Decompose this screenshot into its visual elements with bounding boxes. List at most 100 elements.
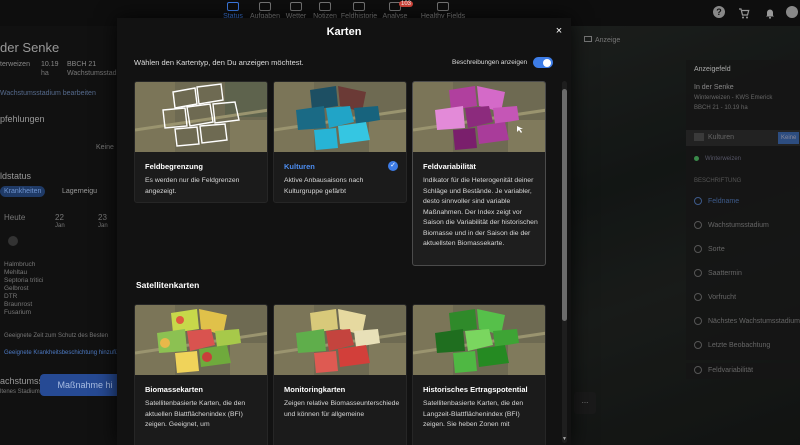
card-description: Es werden nur die Feldgrenzen angezeigt.: [145, 177, 240, 195]
map-card-field-variability[interactable]: Feldvariabilität Indikator für die Heter…: [412, 81, 546, 266]
map-card-crops[interactable]: Kulturen ✓ Aktive Anbausaisons nach Kult…: [273, 81, 407, 203]
scrollbar[interactable]: [562, 81, 567, 443]
descriptions-toggle[interactable]: [533, 57, 553, 68]
area-value: 10.19: [41, 61, 59, 68]
display-button[interactable]: Anzeige: [584, 36, 620, 44]
biomass-thumbnail: [135, 305, 267, 375]
bbch-value: BBCH 21: [67, 61, 97, 68]
scrollbar-thumb[interactable]: [562, 89, 567, 321]
field-name: In der Senke: [694, 84, 734, 91]
legend-dot: [694, 156, 699, 161]
field-meta: Winterweizen - KWS Emerick: [694, 95, 773, 101]
label-option[interactable]: Feldvariabilität: [686, 363, 800, 379]
disease-item: Braunrost: [4, 301, 33, 308]
field-meta-2: BBCH 21 - 10.19 ha: [694, 105, 748, 111]
none-button[interactable]: Keine: [778, 132, 800, 144]
crop-icon: [694, 133, 704, 142]
option-label: Feldvariabilität: [708, 367, 754, 374]
label-option[interactable]: Nächstes Wachstumsstadium: [694, 317, 800, 325]
radio-icon: [694, 221, 702, 229]
none-label: Keine: [96, 144, 114, 151]
option-label: Sorte: [708, 245, 725, 253]
map-card-field-boundary[interactable]: Feldbegrenzung Es werden nur die Feldgre…: [134, 81, 268, 203]
monitoring-thumbnail: [274, 305, 406, 375]
disease-item: Halmbruch: [4, 261, 36, 268]
panel-header: Anzeigefeld: [694, 66, 731, 73]
radio-icon: [694, 317, 702, 325]
disease-item: Septoria tritici: [4, 277, 44, 284]
card-title: Feldbegrenzung: [145, 162, 203, 171]
map-card-biomass[interactable]: Biomassekarten Satellitenbasierte Karten…: [134, 304, 268, 445]
tab-lodging[interactable]: Lagerneigu: [62, 188, 97, 195]
card-title: Feldvariabilität: [423, 162, 476, 171]
modal-title: Karten: [326, 26, 362, 38]
layer-row[interactable]: Kulturen Keine: [686, 130, 800, 146]
notification-badge: 103: [399, 1, 414, 7]
radio-icon: [694, 245, 702, 253]
card-description: Satellitenbasierte Karten, die den Langz…: [423, 400, 524, 428]
label-option[interactable]: Letzte Beobachtung: [694, 341, 770, 349]
label-option[interactable]: Vorfrucht: [694, 293, 736, 301]
growth-stage-sub: ltenes Stadium: [0, 389, 40, 395]
card-title: Historisches Ertragspotential: [423, 385, 528, 394]
field-title: der Senke: [0, 40, 60, 55]
scroll-down-arrow[interactable]: ▼: [561, 436, 568, 442]
day-month: Jan: [98, 223, 108, 229]
instruction-text: Wählen den Kartentyp, den Du anzeigen mö…: [134, 58, 304, 67]
status-icon: [227, 2, 239, 11]
edit-stage-tag[interactable]: Wachstumsstadium bearbeiten: [0, 90, 96, 97]
historical-yield-thumbnail: [413, 305, 545, 375]
disease-item: Gelbrost: [4, 285, 29, 292]
recommendations-heading: pfehlungen: [0, 114, 45, 124]
option-label: Letzte Beobachtung: [708, 341, 771, 349]
display-label: Anzeige: [595, 37, 621, 44]
legend-item: Winterweizen: [694, 156, 741, 162]
map-more-button[interactable]: ...: [574, 392, 596, 414]
option-label: Feldname: [708, 197, 740, 205]
close-icon[interactable]: ×: [553, 25, 565, 37]
card-description: Satellitenbasierte Karten, die den aktue…: [145, 400, 246, 428]
label-section-heading: BESCHRIFTUNG: [694, 178, 742, 184]
checkmark-icon: ✓: [388, 161, 398, 171]
day-today: Heute: [4, 213, 26, 222]
disease-list: Halmbruch Mehltau Septoria tritici Gelbr…: [4, 261, 43, 317]
legend-label: Winterweizen: [705, 156, 742, 163]
risk-indicator: [8, 236, 18, 246]
card-title: Kulturen: [284, 162, 315, 171]
field-status-heading: ldstatus: [0, 171, 32, 181]
shield-icon: [437, 2, 449, 11]
map-card-historical-yield[interactable]: Historisches Ertragspotential Satelliten…: [412, 304, 546, 445]
card-title: Biomassekarten: [145, 385, 203, 394]
card-description: Zeigen relative Biomasseunterschiede und…: [284, 400, 400, 418]
profile-icon[interactable]: [786, 6, 798, 18]
help-icon[interactable]: ?: [713, 6, 725, 18]
radio-icon: [694, 293, 702, 301]
label-option[interactable]: Saattermin: [694, 269, 742, 277]
label-option[interactable]: Wachstumsstadium: [694, 221, 769, 229]
map-card-monitoring[interactable]: Monitoringkarten Zeigen relative Biomass…: [273, 304, 407, 445]
bell-icon[interactable]: [764, 6, 776, 19]
history-icon: [353, 2, 365, 11]
crop-label: terweizen: [0, 61, 30, 68]
day-month: Jan: [55, 223, 65, 229]
layers-icon: [584, 36, 592, 42]
field-variability-thumbnail: [413, 82, 545, 152]
area-unit: ha: [41, 70, 49, 77]
weather-icon: [290, 2, 302, 11]
day-22: 22: [55, 213, 64, 222]
card-description: Aktive Anbausaisons nach Kulturgruppe ge…: [284, 177, 364, 195]
maps-modal: Karten × Wählen den Kartentyp, den Du an…: [117, 18, 571, 445]
option-label: Wachstumsstadium: [708, 221, 769, 229]
section-satellite-maps: Satellitenkarten: [136, 280, 200, 290]
toggle-label: Beschreibungen anzeigen: [452, 59, 528, 66]
radio-icon: [694, 197, 702, 205]
tab-diseases[interactable]: Krankheiten: [0, 186, 46, 197]
option-label: Vorfrucht: [708, 293, 737, 301]
card-title: Monitoringkarten: [284, 385, 346, 394]
day-23: 23: [98, 213, 107, 222]
add-disease-link[interactable]: Geeignete Krankheitsbeschichtung hinzufü…: [4, 350, 136, 356]
label-option[interactable]: Sorte: [694, 245, 725, 253]
field-boundary-thumbnail: [135, 82, 267, 152]
label-option[interactable]: Feldname: [694, 197, 739, 205]
cart-icon[interactable]: [738, 6, 750, 19]
